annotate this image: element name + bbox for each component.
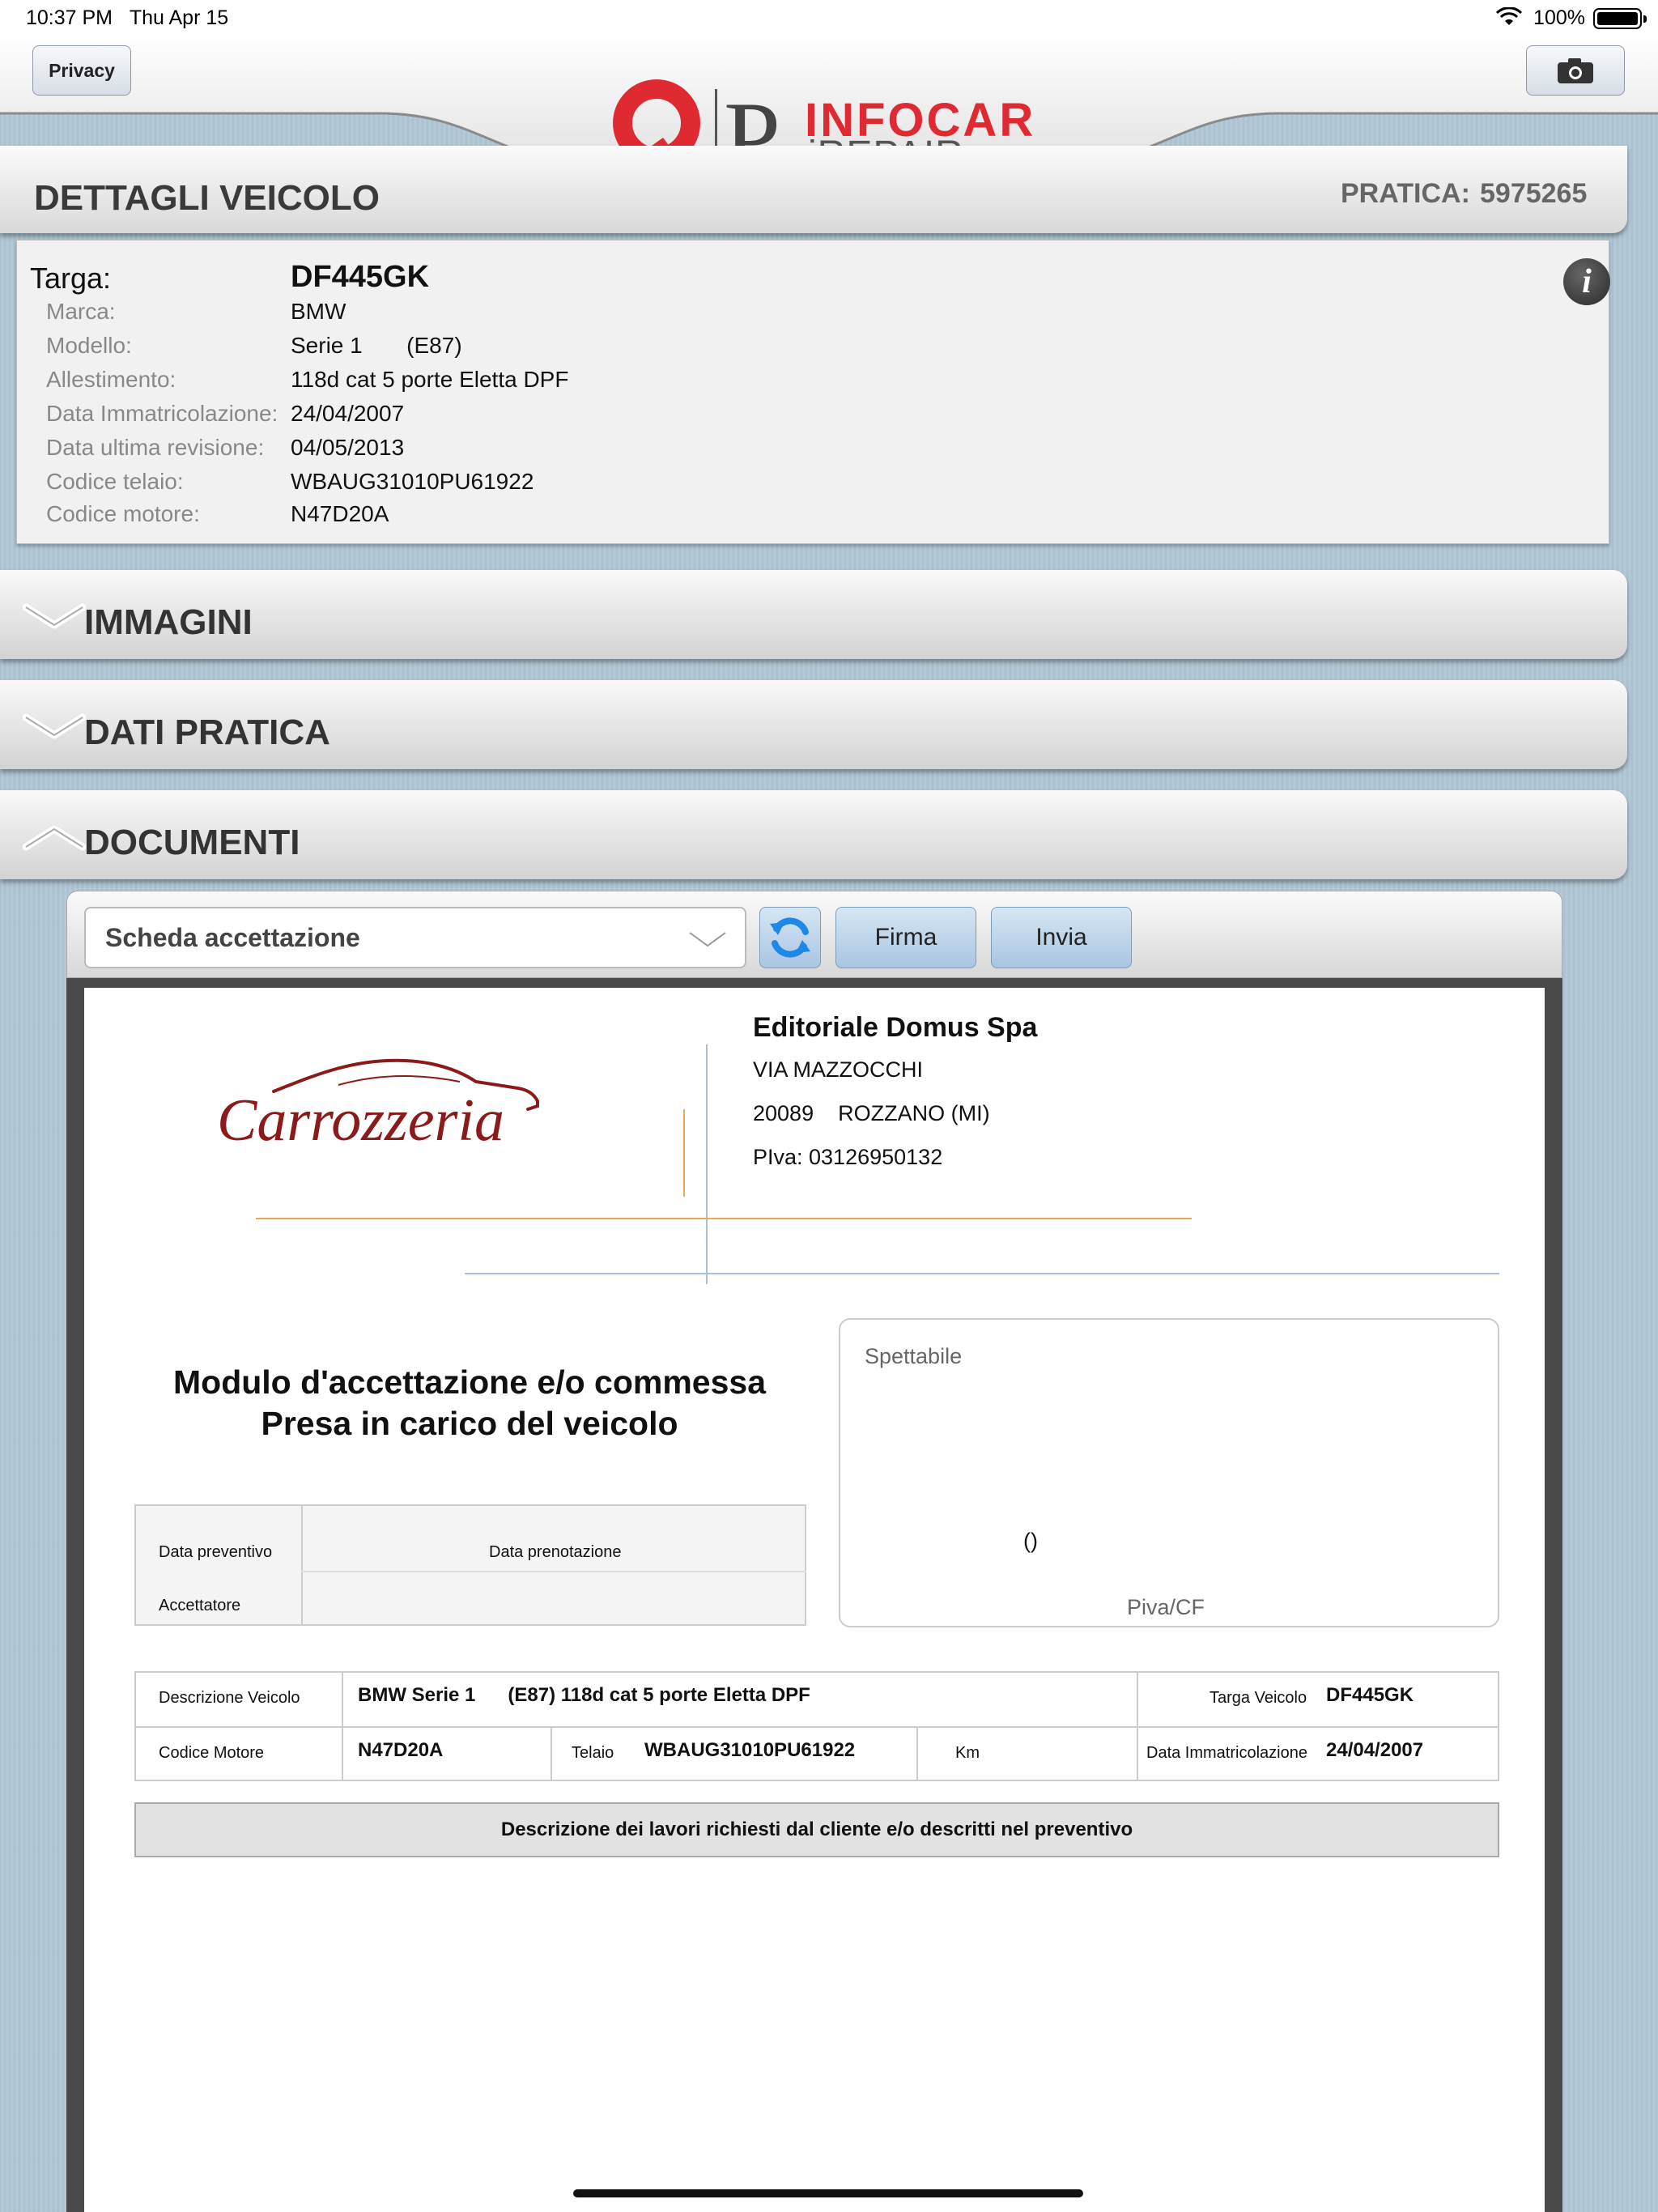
company-city-line: 20089 ROZZANO (MI)	[753, 1101, 990, 1125]
codice-motore-value: N47D20A	[358, 1739, 444, 1761]
detail-row-telaio: Codice telaio: WBAUG31010PU61922	[46, 469, 534, 494]
company-name: Editoriale Domus Spa	[753, 1012, 1038, 1043]
spettabile-paren: ()	[1023, 1529, 1038, 1553]
document-title-line1: Modulo d'accettazione e/o commessa	[173, 1363, 766, 1401]
carrozzeria-logo-text: Carrozzeria	[217, 1087, 504, 1154]
targa-veicolo-value: DF445GK	[1326, 1684, 1414, 1706]
spettabile-label: Spettabile	[865, 1344, 963, 1368]
info-icon[interactable]: i	[1563, 258, 1610, 305]
codice-motore-label: Codice Motore	[159, 1744, 265, 1762]
chevron-down-icon	[23, 713, 86, 739]
divider-horizontal	[465, 1273, 1499, 1274]
invia-button[interactable]: Invia	[991, 907, 1132, 968]
detail-row-marca: Marca: BMW	[46, 299, 346, 324]
status-bar: 10:37 PM Thu Apr 15 100%	[0, 0, 1658, 32]
company-city: ROZZANO (MI)	[838, 1101, 990, 1125]
descrizione-veicolo-label: Descrizione Veicolo	[159, 1689, 300, 1707]
status-time: 10:37 PM Thu Apr 15	[26, 6, 229, 29]
chevron-up-icon	[23, 825, 86, 851]
section-dati-pratica-label: DATI PRATICA	[84, 713, 330, 752]
battery-icon	[1593, 8, 1647, 29]
vehicle-details-card: Targa: DF445GK i Marca: BMW Modello: Serie…	[16, 240, 1610, 544]
detail-row-allestimento: Allestimento: 118d cat 5 porte Eletta DPF	[46, 367, 569, 392]
spettabile-piva-label: Piva/CF	[1127, 1595, 1205, 1619]
lavori-header: Descrizione dei lavori richiesti dal cli…	[134, 1802, 1499, 1857]
home-indicator[interactable]	[573, 2189, 1083, 2197]
refresh-icon	[770, 917, 810, 958]
accettatore-label: Accettatore	[159, 1597, 241, 1614]
data-preventivo-label: Data preventivo	[159, 1543, 273, 1561]
data-prenotazione-label: Data prenotazione	[489, 1543, 622, 1561]
battery-percent: 100%	[1533, 6, 1585, 29]
section-dati-pratica[interactable]: DATI PRATICA	[0, 680, 1627, 769]
detail-row-revisione: Data ultima revisione: 04/05/2013	[46, 435, 405, 460]
telaio-label: Telaio	[572, 1744, 614, 1762]
document-type-select[interactable]: Scheda accettazione	[84, 907, 746, 968]
details-header: DETTAGLI VEICOLO PRATICA: 5975265	[0, 146, 1627, 233]
refresh-button[interactable]	[759, 907, 821, 968]
detail-row-motore: Codice motore: N47D20A	[46, 501, 389, 526]
data-immatricolazione-label: Data Immatricolazione	[1146, 1744, 1307, 1762]
divider-horizontal-accent	[256, 1218, 1192, 1219]
section-documenti-label: DOCUMENTI	[84, 823, 300, 862]
pratica-label: PRATICA:	[1341, 178, 1470, 209]
section-immagini-label: IMMAGINI	[84, 602, 253, 642]
descrizione-veicolo-value: BMW Serie 1 (E87) 118d cat 5 porte Elett…	[358, 1684, 810, 1706]
targa-veicolo-label: Targa Veicolo	[1209, 1689, 1307, 1707]
targa-label: Targa:	[30, 262, 112, 295]
document-title: Modulo d'accettazione e/o commessa Presa…	[121, 1362, 818, 1444]
detail-row-immatricolazione: Data Immatricolazione: 24/04/2007	[46, 401, 405, 426]
camera-icon	[1558, 58, 1593, 83]
section-documenti[interactable]: DOCUMENTI	[0, 790, 1627, 879]
chevron-down-icon	[23, 603, 86, 629]
detail-row-modello: Modello: Serie 1 (E87)	[46, 333, 462, 358]
document-title-line2: Presa in carico del veicolo	[261, 1405, 678, 1442]
chevron-down-icon	[687, 929, 729, 949]
privacy-button[interactable]: Privacy	[32, 45, 131, 96]
firma-button[interactable]: Firma	[835, 907, 976, 968]
divider-vertical-accent	[683, 1109, 685, 1197]
wifi-icon	[1496, 7, 1522, 25]
dates-table: Data preventivo Data prenotazione Accett…	[134, 1504, 806, 1626]
vehicle-table: Descrizione Veicolo BMW Serie 1 (E87) 11…	[134, 1671, 1499, 1781]
company-piva: PIva: 03126950132	[753, 1145, 943, 1169]
status-date: Thu Apr 15	[129, 6, 229, 29]
targa-value: DF445GK	[291, 260, 430, 294]
document-type-value: Scheda accettazione	[105, 923, 360, 952]
company-address: VIA MAZZOCCHI	[753, 1057, 924, 1082]
km-label: Km	[955, 1744, 980, 1762]
pratica-number: 5975265	[1480, 178, 1588, 209]
page-title: DETTAGLI VEICOLO	[34, 178, 380, 218]
camera-button[interactable]	[1526, 45, 1625, 96]
spettabile-box: Spettabile () Piva/CF	[839, 1318, 1499, 1627]
section-immagini[interactable]: IMMAGINI	[0, 570, 1627, 659]
telaio-value: WBAUG31010PU61922	[644, 1739, 856, 1761]
carrozzeria-logo: Carrozzeria	[217, 1058, 539, 1154]
data-immatricolazione-value: 24/04/2007	[1326, 1739, 1424, 1761]
divider-vertical	[706, 1044, 708, 1284]
